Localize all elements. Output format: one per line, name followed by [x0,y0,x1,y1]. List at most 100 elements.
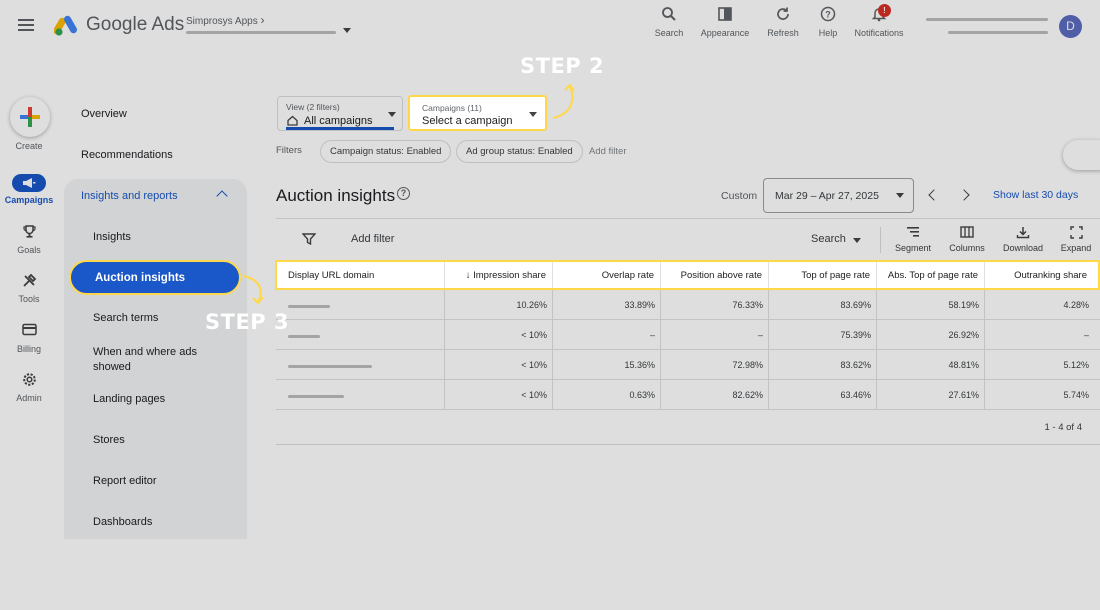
column-divider [552,320,553,350]
overlap-rate-cell: 33.89% [624,300,655,310]
chevron-down-icon [529,112,537,117]
segment-icon [893,226,933,240]
nav-item-recommendations[interactable]: Recommendations [81,149,173,161]
column-divider [984,350,985,380]
column-header-top-of-page-rate[interactable]: Top of page rate [801,270,870,281]
step-2-annotation: STEP 2 [520,54,605,78]
column-divider [768,290,769,320]
column-header-display-url-domain[interactable]: Display URL domain [288,270,374,281]
nav-item-report-editor[interactable]: Report editor [93,474,157,489]
toolbar-divider [880,227,881,253]
search-icon [651,6,687,26]
page-title: Auction insights [276,186,396,205]
plus-icon [20,107,40,127]
refresh-button[interactable]: Refresh [764,6,802,38]
column-header-outranking-share[interactable]: Outranking share [1014,270,1087,281]
nav-item-overview[interactable]: Overview [81,108,127,120]
campaign-selector[interactable]: Campaigns (11) Select a campaign [408,95,547,131]
view-filter-dropdown[interactable]: View (2 filters) All campaigns [277,96,403,131]
table-row[interactable]: 10.26% 33.89% 76.33% 83.69% 58.19% 4.28% [276,290,1100,320]
abs-top-of-page-rate-cell: 48.81% [948,360,979,370]
overlap-rate-cell: 15.36% [624,360,655,370]
domain-redacted [288,365,372,368]
abs-top-of-page-rate-cell: 26.92% [948,330,979,340]
help-icon: ? [813,6,843,26]
outranking-share-cell: 5.74% [1063,390,1089,400]
add-filter-link[interactable]: Add filter [589,146,627,157]
table-search-dropdown[interactable]: Search [811,233,861,245]
overlap-rate-cell: – [649,330,655,340]
user-email-redacted [948,31,1048,34]
menu-icon[interactable] [18,16,40,36]
top-of-page-rate-cell: 83.69% [840,300,871,310]
search-button[interactable]: Search [651,6,687,38]
nav-item-landing-pages[interactable]: Landing pages [93,392,165,407]
notifications-button[interactable]: ! Notifications [851,4,907,38]
column-divider [768,350,769,380]
rail-item-billing[interactable]: Billing [0,323,58,354]
side-panel-toggle[interactable] [1063,140,1100,170]
top-of-page-rate-cell: 75.39% [840,330,871,340]
nav-item-when-and-where[interactable]: When and where ads showed [93,345,223,375]
column-divider [768,320,769,350]
rail-item-admin[interactable]: Admin [0,372,58,403]
view-filter-value: All campaigns [304,115,373,127]
nav-item-insights[interactable]: Insights [93,230,131,245]
next-period-icon[interactable] [958,189,970,201]
column-header-position-above-rate[interactable]: Position above rate [681,270,762,281]
nav-item-stores[interactable]: Stores [93,433,125,448]
account-dropdown-icon[interactable] [343,28,351,33]
filters-label: Filters [276,145,302,156]
impression-share-cell: < 10% [521,360,547,370]
previous-period-icon[interactable] [928,189,940,201]
help-button[interactable]: ? Help [813,6,843,38]
avatar[interactable]: D [1059,15,1082,38]
overlap-rate-cell: 0.63% [629,390,655,400]
column-header-impression-share[interactable]: ↓ Impression share [466,270,546,281]
column-divider [768,262,769,288]
table-add-filter[interactable]: Add filter [351,233,394,245]
table-row[interactable]: < 10% – – 75.39% 26.92% – [276,320,1100,350]
filter-chip-ad-group-status[interactable]: Ad group status: Enabled [456,140,583,163]
date-range-picker[interactable]: Mar 29 – Apr 27, 2025 [763,178,914,213]
appearance-icon [698,6,752,26]
pagination-label: 1 - 4 of 4 [1044,422,1083,433]
filter-chip-campaign-status[interactable]: Campaign status: Enabled [320,140,452,163]
segment-button[interactable]: Segment [893,226,933,253]
nav-section-insights-and-reports[interactable]: Insights and reports [81,190,178,202]
expand-button[interactable]: Expand [1058,226,1094,253]
rail-item-tools[interactable]: Tools [0,273,58,304]
rail-create-label: Create [15,141,43,151]
filter-icon[interactable] [301,232,317,246]
appearance-button[interactable]: Appearance [698,6,752,38]
google-ads-logo[interactable] [53,14,80,36]
nav-item-search-terms[interactable]: Search terms [93,311,158,326]
abs-top-of-page-rate-cell: 58.19% [948,300,979,310]
nav-item-auction-insights[interactable]: Auction insights [69,260,241,295]
download-button[interactable]: Download [1001,226,1045,253]
column-header-abs-top-of-page-rate[interactable]: Abs. Top of page rate [888,270,978,281]
domain-redacted [288,335,320,338]
table-row[interactable]: < 10% 0.63% 82.62% 63.46% 27.61% 5.74% [276,380,1100,410]
account-name[interactable]: Simprosys Apps › [186,13,264,27]
help-icon[interactable]: ? [397,187,410,200]
create-button[interactable] [10,97,50,137]
column-header-overlap-rate[interactable]: Overlap rate [602,270,654,281]
column-divider [444,290,445,320]
table-row[interactable]: < 10% 15.36% 72.98% 83.62% 48.81% 5.12% [276,350,1100,380]
rail-item-goals[interactable]: Goals [0,224,58,255]
show-last-30-days-link[interactable]: Show last 30 days [993,189,1078,201]
column-divider [984,290,985,320]
domain-redacted [288,305,330,308]
impression-share-cell: < 10% [521,330,547,340]
column-divider [660,320,661,350]
columns-button[interactable]: Columns [947,226,987,253]
step-3-annotation: STEP 3 [205,310,290,334]
column-divider [444,350,445,380]
outranking-share-cell: – [1083,330,1089,340]
campaign-selector-value: Select a campaign [422,115,513,127]
nav-item-dashboards[interactable]: Dashboards [93,515,152,530]
rail-item-campaigns[interactable]: Campaigns [0,174,58,205]
column-divider [660,262,661,288]
column-divider [984,380,985,410]
